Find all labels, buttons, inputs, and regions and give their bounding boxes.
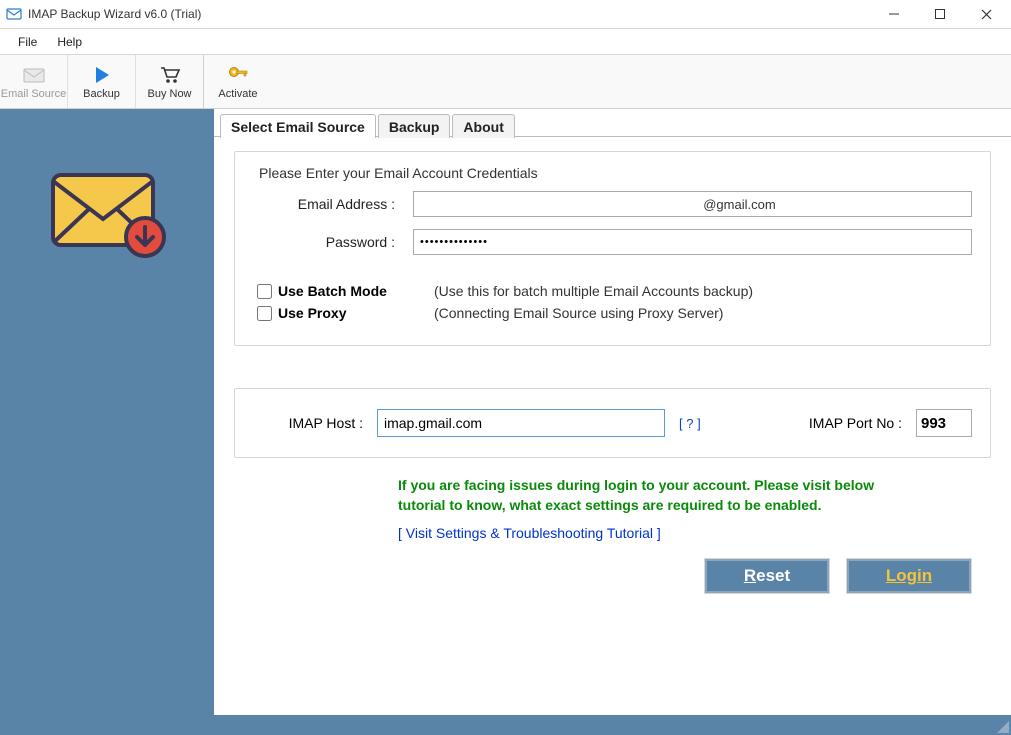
tab-about[interactable]: About: [452, 114, 514, 138]
buy-now-button[interactable]: Buy Now: [136, 55, 204, 108]
email-source-icon: [23, 64, 45, 86]
reset-button[interactable]: Reset: [705, 559, 829, 593]
proxy-row: Use Proxy (Connecting Email Source using…: [257, 305, 972, 321]
batch-mode-label: Use Batch Mode: [278, 283, 434, 299]
statusbar: [0, 715, 1011, 735]
app-icon: [6, 6, 22, 22]
reset-rest: eset: [756, 566, 790, 585]
tutorial-link[interactable]: [ Visit Settings & Troubleshooting Tutor…: [398, 525, 661, 541]
credentials-legend: Please Enter your Email Account Credenti…: [255, 165, 542, 181]
play-icon: [91, 64, 113, 86]
email-source-button[interactable]: Email Source: [0, 55, 68, 108]
credentials-fieldset: Please Enter your Email Account Credenti…: [234, 151, 991, 346]
imap-port-field[interactable]: [916, 409, 972, 437]
envelope-icon: [47, 163, 167, 715]
login-label: Login: [886, 566, 932, 586]
email-row: Email Address :: [253, 191, 972, 217]
batch-mode-row: Use Batch Mode (Use this for batch multi…: [257, 283, 972, 299]
titlebar: IMAP Backup Wizard v6.0 (Trial): [0, 0, 1011, 29]
menubar: File Help: [0, 29, 1011, 55]
menu-help[interactable]: Help: [47, 32, 92, 52]
tab-panel: Please Enter your Email Account Credenti…: [214, 137, 1011, 593]
reset-mnemonic: R: [744, 566, 756, 585]
imap-fieldset: IMAP Host : [ ? ] IMAP Port No :: [234, 388, 991, 458]
resize-grip[interactable]: [995, 719, 1009, 733]
imap-host-label: IMAP Host :: [253, 415, 363, 431]
imap-port-label: IMAP Port No :: [809, 415, 902, 431]
email-label: Email Address :: [253, 196, 413, 212]
backup-label: Backup: [83, 88, 120, 100]
email-field[interactable]: [413, 191, 972, 217]
main-area: Select Email Source Backup About Please …: [0, 109, 1011, 715]
batch-mode-checkbox[interactable]: [257, 284, 272, 299]
minimize-button[interactable]: [871, 0, 917, 28]
password-row: Password :: [253, 229, 972, 255]
proxy-desc: (Connecting Email Source using Proxy Ser…: [434, 305, 723, 321]
content-panel: Select Email Source Backup About Please …: [214, 109, 1011, 715]
imap-host-field[interactable]: [377, 409, 665, 437]
login-button[interactable]: Login: [847, 559, 971, 593]
maximize-button[interactable]: [917, 0, 963, 28]
email-source-label: Email Source: [1, 88, 66, 100]
activate-button[interactable]: Activate: [204, 55, 272, 108]
tab-select-email-source[interactable]: Select Email Source: [220, 114, 376, 138]
proxy-label: Use Proxy: [278, 305, 434, 321]
sidebar: [0, 109, 214, 715]
login-info-text: If you are facing issues during login to…: [398, 476, 918, 515]
action-buttons: Reset Login: [234, 559, 971, 593]
buy-now-label: Buy Now: [147, 88, 191, 100]
window-title: IMAP Backup Wizard v6.0 (Trial): [28, 7, 871, 21]
window-controls: [871, 0, 1009, 28]
imap-help-link[interactable]: [ ? ]: [679, 416, 701, 431]
tab-backup[interactable]: Backup: [378, 114, 451, 138]
menu-file[interactable]: File: [8, 32, 47, 52]
cart-icon: [159, 64, 181, 86]
imap-row: IMAP Host : [ ? ] IMAP Port No :: [253, 409, 972, 437]
batch-mode-desc: (Use this for batch multiple Email Accou…: [434, 283, 753, 299]
tabs: Select Email Source Backup About: [220, 111, 1011, 137]
toolbar: Email Source Backup Buy Now Activate: [0, 55, 1011, 109]
password-label: Password :: [253, 234, 413, 250]
activate-label: Activate: [218, 88, 257, 100]
proxy-checkbox[interactable]: [257, 306, 272, 321]
close-button[interactable]: [963, 0, 1009, 28]
key-icon: [227, 64, 249, 86]
backup-button[interactable]: Backup: [68, 55, 136, 108]
password-field[interactable]: [413, 229, 972, 255]
